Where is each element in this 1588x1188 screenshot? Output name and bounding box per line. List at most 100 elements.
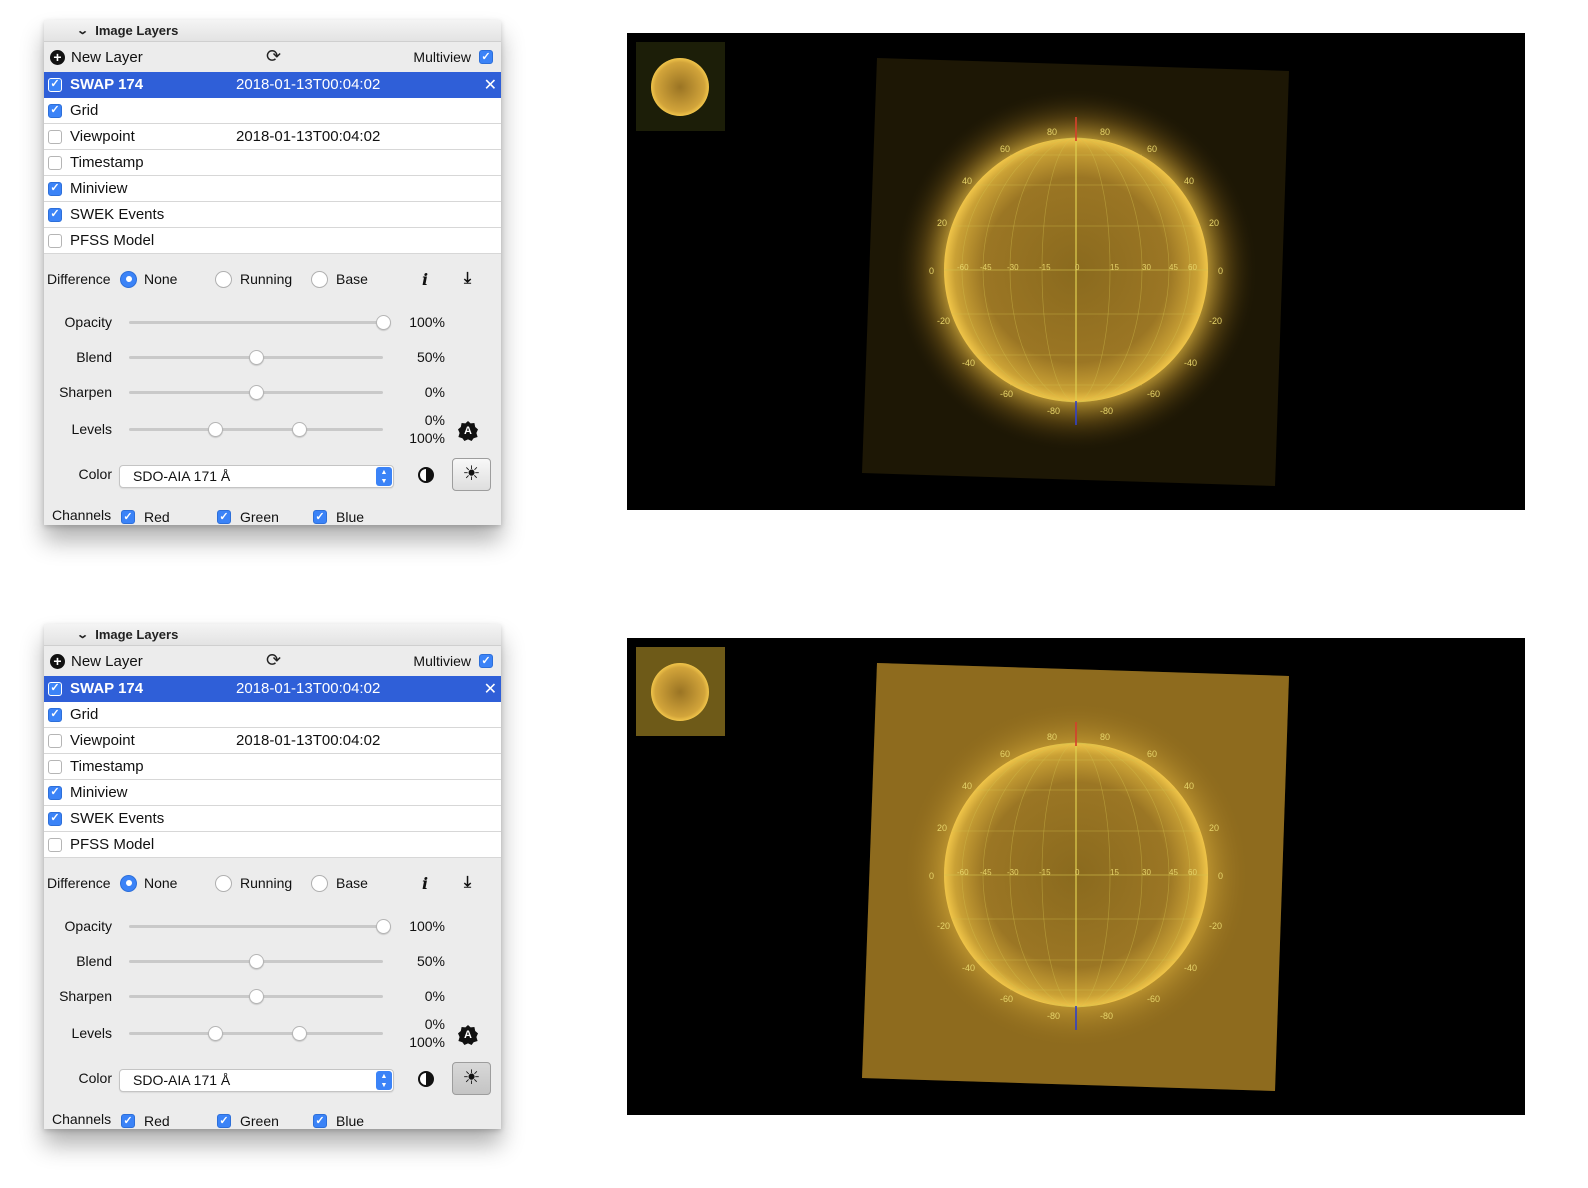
close-icon[interactable]: ✕ [484,679,497,699]
difference-base-radio[interactable] [311,270,328,288]
sharpen-knob[interactable] [249,385,264,400]
layer-checkbox[interactable] [48,733,62,748]
lat-label: 60 [1147,144,1157,154]
download-icon[interactable]: ⤓ [464,874,471,892]
layer-row[interactable]: SWAP 174 2018-01-13T00:04:02 ✕ [44,676,501,702]
layer-checkbox[interactable] [48,759,62,774]
layer-row[interactable]: Viewpoint 2018-01-13T00:04:02 [44,124,501,150]
layer-row[interactable]: SWAP 174 2018-01-13T00:04:02 ✕ [44,72,501,98]
new-layer-button[interactable]: New Layer [71,49,143,66]
layer-checkbox[interactable] [48,837,62,852]
layer-checkbox[interactable] [48,681,62,696]
layer-checkbox[interactable] [48,155,62,170]
brightness-button[interactable]: ☀ [452,1062,491,1095]
difference-none-radio[interactable] [120,270,137,288]
layer-checkbox[interactable] [48,207,62,222]
lat-label: -40 [1184,963,1197,973]
info-icon[interactable]: i [422,874,428,893]
layer-name: SWAP 174 [70,76,144,93]
channel-green-toggle[interactable]: Green [217,509,279,525]
channel-green-checkbox[interactable] [217,510,231,524]
opacity-knob[interactable] [376,315,391,330]
channel-red-toggle[interactable]: Red [121,1113,170,1129]
add-layer-icon[interactable]: + [50,49,65,65]
color-select[interactable]: SDO-AIA 171 Å ▲ ▼ [119,465,394,488]
brightness-button[interactable]: ☀ [452,458,491,491]
lon-label: -60 [957,868,969,877]
opacity-track[interactable] [129,321,383,324]
refresh-icon[interactable]: ⟳ [266,46,281,67]
opacity-track[interactable] [129,925,383,928]
miniview-sun [651,58,709,116]
panel-header[interactable]: ⌄ Image Layers [44,624,501,646]
new-layer-button[interactable]: New Layer [71,653,143,670]
solar-viewport[interactable]: 80 60 40 20 0 -20 -40 -60 -80 80 60 40 2… [627,33,1525,510]
difference-base-radio[interactable] [311,874,328,892]
difference-row: Difference None Running Base i ⤓ [44,254,501,304]
levels-track[interactable] [129,1032,383,1035]
invert-color-icon[interactable] [418,467,434,483]
layer-checkbox[interactable] [48,233,62,248]
invert-color-icon[interactable] [418,1071,434,1087]
channel-green-checkbox[interactable] [217,1114,231,1128]
multiview-checkbox[interactable] [479,50,493,64]
solar-viewport[interactable]: 80 60 40 20 0 -20 -40 -60 -80 80 60 40 2… [627,638,1525,1115]
opacity-knob[interactable] [376,919,391,934]
channel-green-toggle[interactable]: Green [217,1113,279,1129]
layer-row[interactable]: Timestamp [44,150,501,176]
color-select[interactable]: SDO-AIA 171 Å ▲ ▼ [119,1069,394,1092]
layer-row[interactable]: SWEK Events [44,806,501,832]
lat-label: 40 [1184,781,1194,791]
info-icon[interactable]: i [422,270,428,289]
layer-checkbox[interactable] [48,181,62,196]
layer-row[interactable]: Miniview [44,176,501,202]
channel-red-checkbox[interactable] [121,1114,135,1128]
layer-checkbox[interactable] [48,811,62,826]
auto-levels-icon[interactable]: A [458,1025,478,1045]
levels-high-knob[interactable] [292,1026,308,1041]
layer-row[interactable]: Grid [44,98,501,124]
refresh-icon[interactable]: ⟳ [266,650,281,671]
multiview-toggle[interactable]: Multiview [413,653,493,669]
levels-track[interactable] [129,428,383,431]
layer-row[interactable]: Viewpoint 2018-01-13T00:04:02 [44,728,501,754]
levels-low-knob[interactable] [208,1026,224,1041]
layer-row[interactable]: Timestamp [44,754,501,780]
panel-header[interactable]: ⌄ Image Layers [44,20,501,42]
channel-blue-checkbox[interactable] [313,510,327,524]
difference-running-radio[interactable] [215,270,232,288]
layer-checkbox[interactable] [48,129,62,144]
difference-running-radio[interactable] [215,874,232,892]
auto-levels-icon[interactable]: A [458,421,478,441]
channel-red-toggle[interactable]: Red [121,509,170,525]
add-layer-icon[interactable]: + [50,653,65,669]
difference-none-radio[interactable] [120,874,137,892]
channel-blue-checkbox[interactable] [313,1114,327,1128]
layer-row[interactable]: Miniview [44,780,501,806]
levels-high-knob[interactable] [292,422,308,437]
download-icon[interactable]: ⤓ [464,270,471,288]
sharpen-knob[interactable] [249,989,264,1004]
lon-label: 60 [1188,868,1197,877]
levels-low-knob[interactable] [208,422,224,437]
channel-blue-toggle[interactable]: Blue [313,509,364,525]
layer-checkbox[interactable] [48,103,62,118]
channel-blue-toggle[interactable]: Blue [313,1113,364,1129]
chevron-down-icon[interactable]: ⌄ [76,24,89,37]
layer-row[interactable]: PFSS Model [44,228,501,254]
channels-row: Channels Red Green Blue [44,1107,501,1145]
channel-red-checkbox[interactable] [121,510,135,524]
blend-knob[interactable] [249,350,264,365]
layer-name: SWEK Events [70,206,165,223]
layer-row[interactable]: SWEK Events [44,202,501,228]
chevron-down-icon[interactable]: ⌄ [76,628,89,641]
layer-row[interactable]: PFSS Model [44,832,501,858]
layer-checkbox[interactable] [48,785,62,800]
blend-knob[interactable] [249,954,264,969]
layer-row[interactable]: Grid [44,702,501,728]
multiview-checkbox[interactable] [479,654,493,668]
layer-checkbox[interactable] [48,707,62,722]
multiview-toggle[interactable]: Multiview [413,49,493,65]
layer-checkbox[interactable] [48,77,62,92]
close-icon[interactable]: ✕ [484,75,497,95]
